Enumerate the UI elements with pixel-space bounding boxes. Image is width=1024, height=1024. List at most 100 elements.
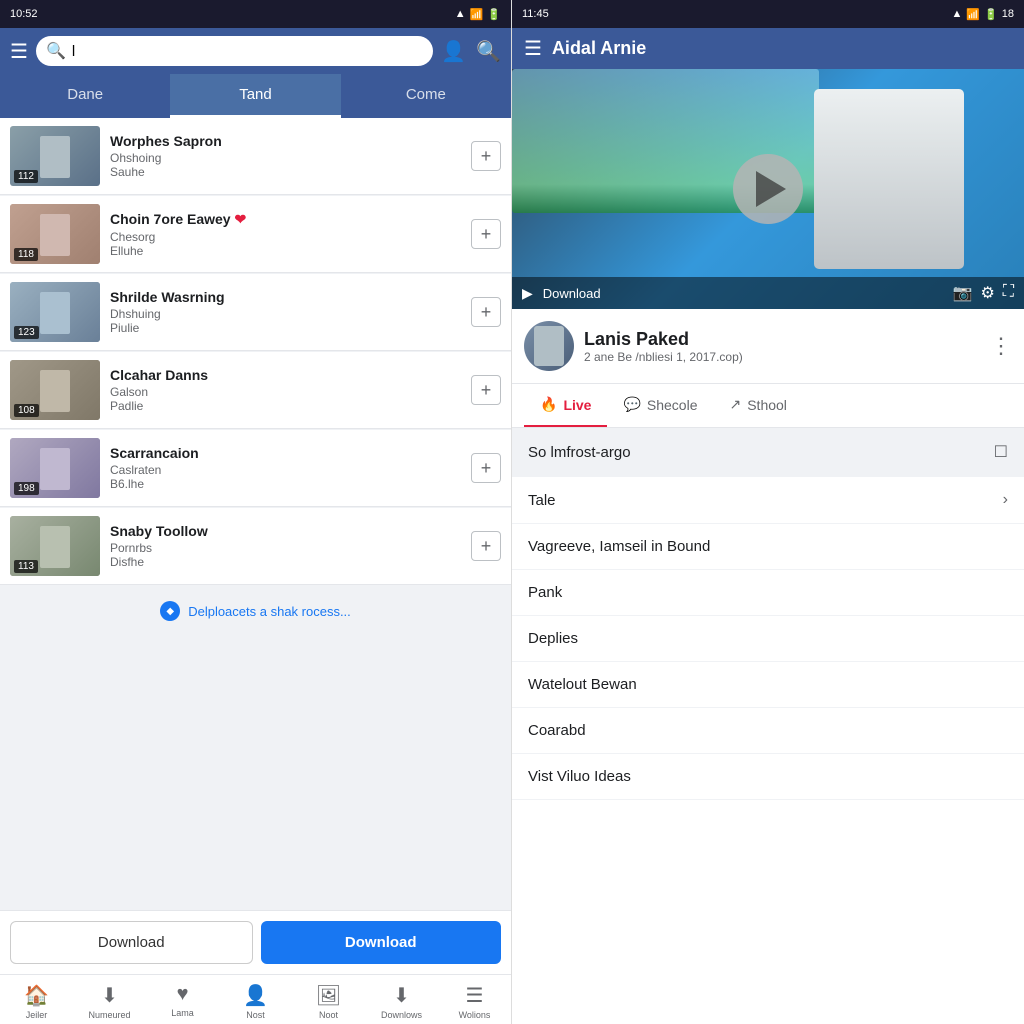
right-battery-icon: 🔋 [984, 8, 998, 21]
tab-dane[interactable]: Dane [0, 74, 170, 118]
profile-icon[interactable]: 👤 [441, 39, 466, 64]
video-channel-1: Ohshoing [110, 151, 461, 165]
add-btn-2[interactable]: + [471, 219, 501, 249]
nav-item-downlows[interactable]: ⬇ Downlows [365, 983, 438, 1020]
video-views-5: B6.lhe [110, 477, 461, 491]
download-filled-button[interactable]: Download [261, 921, 502, 964]
nav-label-lama: Lama [171, 1008, 194, 1018]
left-panel: 10:52 ▲ 📶 🔋 ☰ 🔍 👤 🔍 Dane Tand Come [0, 0, 512, 1024]
video-views-6: Disfhe [110, 555, 461, 569]
bottom-nav: 🏠 Jeiler ⬇ Numeured ♥ Lama 👤 Nost 🖼 Noot… [0, 974, 511, 1024]
battery-icon: 🔋 [487, 8, 501, 21]
video-title-4: Clcahar Danns [110, 367, 461, 383]
content-tabs: 🔥 Live 💬 Shecole ↗ Sthool [512, 384, 1024, 428]
content-item-text-4: Pank [528, 584, 562, 601]
video-player[interactable]: ▶ Download 📷 ⚙ ⛶ [512, 69, 1024, 309]
nav-item-noot[interactable]: 🖼 Noot [292, 983, 365, 1020]
tab-sthool[interactable]: ↗ Sthool [713, 384, 802, 427]
content-item-2[interactable]: Tale › [512, 477, 1024, 524]
settings-icon[interactable]: ⚙ [980, 283, 994, 303]
nav-item-nost[interactable]: 👤 Nost [219, 983, 292, 1020]
video-title-2: Choin 7ore Eawey ❤ [110, 211, 461, 228]
video-channel-3: Dhshuing [110, 307, 461, 321]
video-item-2[interactable]: 118 Choin 7ore Eawey ❤ Chesorg Elluhe + [0, 196, 511, 273]
tab-live[interactable]: 🔥 Live [524, 384, 607, 427]
content-item-text-1: So lmfrost-argo [528, 444, 631, 461]
tab-shecole[interactable]: 💬 Shecole [607, 384, 713, 427]
shecole-tab-icon: 💬 [623, 396, 640, 413]
search-input[interactable] [72, 43, 423, 60]
video-item-1[interactable]: 112 Worphes Sapron Ohshoing Sauhe + [0, 118, 511, 195]
heart-icon-2: ❤ [234, 211, 246, 227]
video-views-4: Padlie [110, 399, 461, 413]
video-item-4[interactable]: 108 Clcahar Danns Galson Padlie + [0, 352, 511, 429]
tab-tand[interactable]: Tand [170, 74, 340, 118]
add-btn-6[interactable]: + [471, 531, 501, 561]
content-item-6[interactable]: Watelout Bewan [512, 662, 1024, 708]
video-item-5[interactable]: 198 Scarrancaion Caslraten B6.lhe + [0, 430, 511, 507]
video-channel-6: Pornrbs [110, 541, 461, 555]
play-button[interactable] [733, 154, 803, 224]
add-btn-5[interactable]: + [471, 453, 501, 483]
search-icon-right[interactable]: 🔍 [476, 39, 501, 64]
video-duration-2: 118 [14, 248, 38, 261]
wifi-icon: 📶 [470, 8, 484, 21]
content-item-arrow-1: ☐ [994, 442, 1008, 462]
video-channel-4: Galson [110, 385, 461, 399]
download-section: Download Download [0, 910, 511, 974]
nav-label-noot: Noot [319, 1010, 338, 1020]
video-title-3: Shrilde Wasrning [110, 289, 461, 305]
video-thumb-2: 118 [10, 204, 100, 264]
content-item-8[interactable]: Vist Viluo Ideas [512, 754, 1024, 800]
search-bar[interactable]: 🔍 [36, 36, 433, 66]
add-btn-3[interactable]: + [471, 297, 501, 327]
content-item-text-7: Coarabd [528, 722, 586, 739]
left-status-bar: 10:52 ▲ 📶 🔋 [0, 0, 511, 28]
add-btn-4[interactable]: + [471, 375, 501, 405]
tab-sthool-label: Sthool [747, 397, 787, 413]
video-list: 112 Worphes Sapron Ohshoing Sauhe + 118 … [0, 118, 511, 910]
download-outline-button[interactable]: Download [10, 921, 253, 964]
content-item-3[interactable]: Vagreeve, Iamseil in Bound [512, 524, 1024, 570]
right-status-bar: 11:45 ▲ 📶 🔋 18 [512, 0, 1024, 28]
dl-nav-icon: ⬇ [393, 983, 410, 1008]
nav-item-lama[interactable]: ♥ Lama [146, 983, 219, 1020]
video-duration-1: 112 [14, 170, 38, 183]
right-hamburger-icon[interactable]: ☰ [524, 36, 542, 61]
channel-info: Lanis Paked 2 ane Be /nbliesi 1, 2017.co… [512, 309, 1024, 384]
camera-icon[interactable]: 📷 [953, 283, 973, 303]
tab-come[interactable]: Come [341, 74, 511, 118]
content-item-1[interactable]: So lmfrost-argo ☐ [512, 428, 1024, 477]
tab-shecole-label: Shecole [647, 397, 698, 413]
menu-nav-icon: ☰ [466, 983, 484, 1008]
right-panel: 11:45 ▲ 📶 🔋 18 ☰ Aidal Arnie ▶ Download … [512, 0, 1024, 1024]
hamburger-icon[interactable]: ☰ [10, 39, 28, 64]
nav-item-numeured[interactable]: ⬇ Numeured [73, 983, 146, 1020]
right-signal-icon: ▲ [951, 8, 962, 20]
content-item-5[interactable]: Deplies [512, 616, 1024, 662]
channel-menu-dots[interactable]: ⋮ [990, 333, 1012, 359]
home-icon: 🏠 [24, 983, 49, 1008]
video-item-6[interactable]: 113 Snaby Toollow Pornrbs Disfhe + [0, 508, 511, 585]
left-status-icons: ▲ 📶 🔋 [455, 8, 501, 21]
nav-item-home[interactable]: 🏠 Jeiler [0, 983, 73, 1020]
video-views-1: Sauhe [110, 165, 461, 179]
fullscreen-icon[interactable]: ⛶ [1003, 283, 1014, 303]
video-title-1: Worphes Sapron [110, 133, 461, 149]
left-tabs: Dane Tand Come [0, 74, 511, 118]
player-play-icon[interactable]: ▶ [522, 285, 533, 302]
loading-text: Delploacets a shak rocess... [188, 604, 351, 619]
player-download-label: Download [543, 286, 943, 301]
video-info-1: Worphes Sapron Ohshoing Sauhe [110, 133, 461, 179]
video-item-3[interactable]: 123 Shrilde Wasrning Dhshuing Piulie + [0, 274, 511, 351]
video-duration-4: 108 [14, 404, 39, 417]
content-item-7[interactable]: Coarabd [512, 708, 1024, 754]
content-item-text-2: Tale [528, 492, 556, 509]
add-btn-1[interactable]: + [471, 141, 501, 171]
nav-item-wolions[interactable]: ☰ Wolions [438, 983, 511, 1020]
channel-details: Lanis Paked 2 ane Be /nbliesi 1, 2017.co… [584, 329, 980, 364]
gallery-nav-icon: 🖼 [316, 983, 341, 1008]
right-battery-pct: 18 [1002, 8, 1014, 20]
content-item-4[interactable]: Pank [512, 570, 1024, 616]
nav-label-downlows: Downlows [381, 1010, 422, 1020]
